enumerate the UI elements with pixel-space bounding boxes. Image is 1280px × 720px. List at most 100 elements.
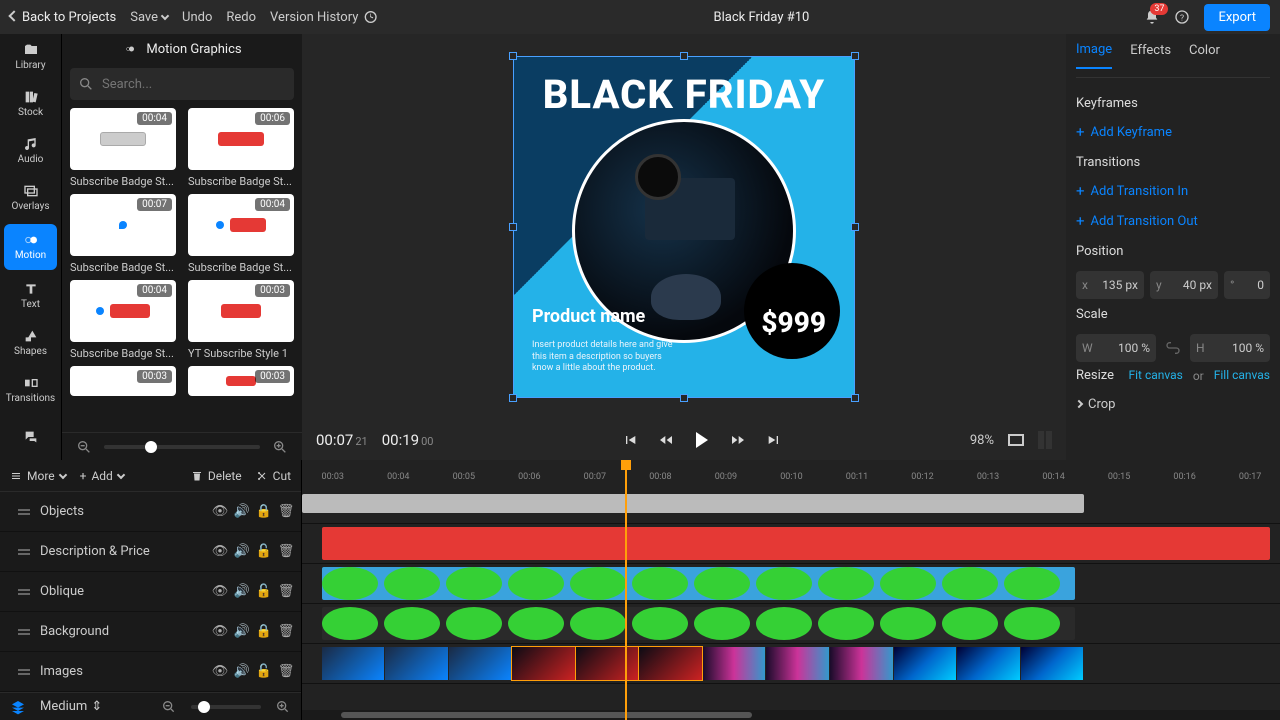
artboard[interactable]: BLACK FRIDAY $999 Product name Insert pr… (514, 57, 854, 397)
timeline-ruler[interactable]: 00:03 00:04 00:05 00:06 00:07 00:08 00:0… (302, 460, 1280, 484)
visibility-icon[interactable]: 👁 (213, 585, 227, 599)
resize-handle[interactable] (851, 394, 859, 402)
trash-icon[interactable]: 🗑 (279, 585, 293, 599)
layer-row[interactable]: Description & Price👁🔊🔓🗑 (0, 532, 301, 572)
track-objects[interactable] (302, 484, 1280, 524)
drag-handle-icon[interactable] (18, 589, 30, 595)
rail-overlays[interactable]: Overlays (0, 175, 61, 222)
mute-icon[interactable]: 🔊 (235, 665, 249, 679)
back-to-projects-link[interactable]: Back to Projects (10, 10, 116, 25)
tab-effects[interactable]: Effects (1130, 43, 1171, 68)
library-search[interactable] (70, 68, 294, 100)
layer-row[interactable]: Oblique👁🔊🔓🗑 (0, 572, 301, 612)
drag-handle-icon[interactable] (18, 549, 30, 555)
timeline-scrollbar[interactable] (302, 710, 1280, 720)
go-end-button[interactable] (766, 432, 782, 448)
mute-icon[interactable]: 🔊 (235, 625, 249, 639)
fit-canvas-button[interactable]: Fit canvas (1128, 368, 1182, 382)
cut-button[interactable]: Cut (256, 469, 291, 483)
clip[interactable] (322, 647, 1085, 680)
layers-icon[interactable] (10, 699, 26, 715)
lock-icon[interactable]: 🔒 (257, 625, 271, 639)
zoom-slider-thumb[interactable] (145, 441, 157, 453)
crop-section-toggle[interactable]: Crop (1076, 397, 1270, 412)
clip[interactable] (322, 527, 1271, 560)
trash-icon[interactable]: 🗑 (279, 545, 293, 559)
scale-w-field[interactable]: W100 % (1076, 334, 1156, 362)
redo-button[interactable]: Redo (226, 10, 256, 25)
track-oblique[interactable] (302, 564, 1280, 604)
save-menu[interactable]: Save (130, 10, 168, 25)
position-x-field[interactable]: x135 px (1076, 271, 1144, 299)
version-history-button[interactable]: Version History (270, 9, 378, 25)
canvas-price-text[interactable]: $999 (761, 306, 826, 339)
link-scale-icon[interactable] (1162, 334, 1184, 362)
layer-row[interactable]: Images👁🔊🔓🗑 (0, 652, 301, 692)
rail-motion[interactable]: Motion (4, 224, 57, 271)
library-item[interactable]: 00:03 (188, 366, 294, 396)
resize-handle[interactable] (851, 52, 859, 60)
resize-handle[interactable] (851, 223, 859, 231)
lock-icon[interactable]: 🔓 (257, 545, 271, 559)
clip[interactable] (302, 494, 1084, 513)
zoom-out-icon[interactable] (161, 699, 177, 715)
zoom-in-icon[interactable] (272, 439, 288, 455)
lock-icon[interactable]: 🔒 (257, 505, 271, 519)
fullscreen-icon[interactable] (1008, 434, 1024, 446)
rail-shapes[interactable]: Shapes (0, 319, 61, 366)
undo-button[interactable]: Undo (182, 10, 212, 25)
timeline-tracks[interactable]: 00:03 00:04 00:05 00:06 00:07 00:08 00:0… (302, 460, 1280, 720)
add-keyframe-button[interactable]: +Add Keyframe (1076, 123, 1270, 141)
track-size-menu[interactable]: Medium ⇕ (40, 699, 102, 714)
drag-handle-icon[interactable] (18, 509, 30, 515)
forward-button[interactable] (730, 432, 746, 448)
clip[interactable] (322, 567, 1075, 600)
track-background[interactable] (302, 604, 1280, 644)
position-y-field[interactable]: y40 px (1150, 271, 1218, 299)
mute-icon[interactable]: 🔊 (235, 545, 249, 559)
trash-icon[interactable]: 🗑 (279, 625, 293, 639)
visibility-icon[interactable]: 👁 (213, 545, 227, 559)
go-start-button[interactable] (622, 432, 638, 448)
resize-handle[interactable] (509, 223, 517, 231)
rail-library[interactable]: Library (0, 34, 61, 81)
search-input[interactable] (102, 77, 286, 92)
mute-icon[interactable]: 🔊 (235, 585, 249, 599)
trash-icon[interactable]: 🗑 (279, 665, 293, 679)
canvas-title-text[interactable]: BLACK FRIDAY (514, 71, 854, 118)
visibility-icon[interactable]: 👁 (213, 505, 227, 519)
rail-transitions[interactable]: Transitions (0, 366, 61, 413)
layer-row[interactable]: Background👁🔊🔒🗑 (0, 612, 301, 652)
lock-icon[interactable]: 🔓 (257, 665, 271, 679)
timeline-zoom-slider[interactable] (191, 705, 261, 709)
help-icon[interactable]: ? (1174, 9, 1190, 25)
resize-handle[interactable] (509, 52, 517, 60)
canvas-product-name[interactable]: Product name (532, 306, 645, 327)
fill-canvas-button[interactable]: Fill canvas (1214, 368, 1270, 382)
rewind-button[interactable] (658, 432, 674, 448)
zoom-slider-thumb[interactable] (198, 701, 210, 713)
add-transition-out-button[interactable]: +Add Transition Out (1076, 212, 1270, 230)
rail-stock[interactable]: Stock (0, 81, 61, 128)
notifications-button[interactable]: 37 (1144, 9, 1160, 25)
visibility-icon[interactable]: 👁 (213, 625, 227, 639)
drag-handle-icon[interactable] (18, 669, 30, 675)
rail-chat[interactable] (0, 413, 61, 460)
library-item[interactable]: 00:06Subscribe Badge St... (188, 108, 294, 188)
library-item[interactable]: 00:04Subscribe Badge St... (70, 108, 176, 188)
add-transition-in-button[interactable]: +Add Transition In (1076, 182, 1270, 200)
more-menu[interactable]: More (10, 469, 66, 483)
rail-audio[interactable]: Audio (0, 128, 61, 175)
trash-icon[interactable]: 🗑 (279, 505, 293, 519)
scrollbar-thumb[interactable] (341, 712, 752, 718)
resize-handle[interactable] (509, 394, 517, 402)
canvas-description[interactable]: Insert product details here and give thi… (532, 340, 682, 375)
tab-image[interactable]: Image (1076, 42, 1112, 69)
track-images[interactable] (302, 644, 1280, 684)
library-item[interactable]: 00:03 (70, 366, 176, 396)
zoom-slider[interactable] (104, 445, 260, 449)
visibility-icon[interactable]: 👁 (213, 665, 227, 679)
rotation-field[interactable]: °0 (1224, 271, 1270, 299)
zoom-in-icon[interactable] (275, 699, 291, 715)
delete-button[interactable]: Delete (191, 469, 242, 483)
